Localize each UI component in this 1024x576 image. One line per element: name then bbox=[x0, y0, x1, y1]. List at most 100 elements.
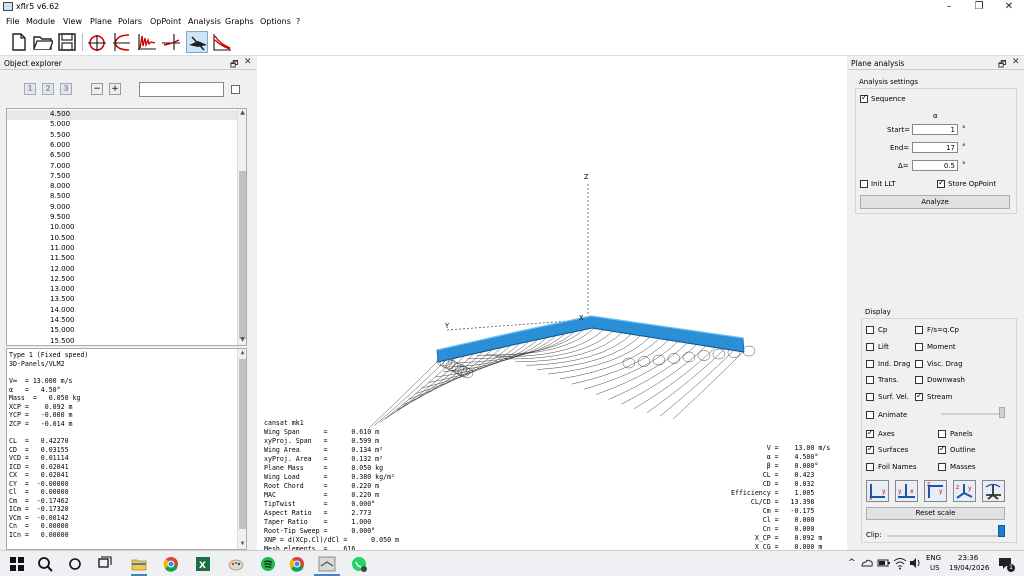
scroll-down-icon[interactable]: ▼ bbox=[238, 540, 246, 549]
foil-names-checkbox[interactable] bbox=[866, 463, 874, 471]
list-item[interactable]: 7.000 bbox=[50, 162, 70, 172]
expand-button[interactable]: + bbox=[109, 83, 121, 95]
battery-icon[interactable] bbox=[877, 556, 891, 570]
view-z-button[interactable]: zy bbox=[924, 480, 947, 502]
init-llt-checkbox[interactable] bbox=[860, 180, 868, 188]
axes-checkbox[interactable] bbox=[866, 428, 874, 438]
level-2-button[interactable]: 2 bbox=[42, 83, 54, 95]
lift-checkbox[interactable] bbox=[866, 343, 874, 351]
open-folder-icon[interactable] bbox=[32, 31, 54, 53]
level-1-button[interactable]: 1 bbox=[24, 83, 36, 95]
cortana-icon[interactable] bbox=[66, 555, 84, 573]
menu-view[interactable]: View bbox=[63, 17, 82, 26]
scroll-down-icon[interactable]: ▼ bbox=[238, 336, 246, 345]
tree-scrollbar[interactable]: ▲ ▼ bbox=[237, 109, 246, 345]
filter-checkbox[interactable] bbox=[231, 85, 240, 94]
close-panel-icon[interactable]: ✕ bbox=[244, 57, 252, 67]
list-item[interactable]: 11.500 bbox=[50, 254, 75, 264]
scroll-up-icon[interactable]: ▲ bbox=[238, 349, 246, 358]
xflr5-taskbar-icon[interactable] bbox=[318, 555, 336, 573]
cp-checkbox[interactable] bbox=[866, 326, 874, 334]
menu-options[interactable]: Options bbox=[260, 17, 291, 26]
reset-scale-button[interactable]: Reset scale bbox=[866, 507, 1005, 520]
float-panel-icon[interactable]: 🗗 bbox=[998, 57, 1006, 73]
list-item[interactable]: 11.000 bbox=[50, 244, 75, 254]
surf-vel-checkbox[interactable] bbox=[866, 393, 874, 401]
wing-plane-design-icon[interactable] bbox=[186, 31, 208, 53]
list-item[interactable]: 14.000 bbox=[50, 306, 75, 316]
menu-file[interactable]: File bbox=[6, 17, 19, 26]
list-item[interactable]: 6.000 bbox=[50, 141, 70, 151]
xfoil-analysis-icon[interactable] bbox=[136, 31, 158, 53]
clock-time[interactable]: 23:36 bbox=[958, 554, 978, 562]
direct-design-icon[interactable] bbox=[110, 31, 132, 53]
windows-start-icon[interactable] bbox=[8, 555, 26, 573]
inverse-design-icon[interactable] bbox=[160, 31, 182, 53]
animate-checkbox[interactable] bbox=[866, 411, 874, 419]
list-item[interactable]: 4.500 bbox=[7, 110, 239, 120]
surfaces-checkbox[interactable] bbox=[866, 444, 874, 454]
visc-drag-checkbox[interactable] bbox=[915, 360, 923, 368]
spotify-icon[interactable] bbox=[259, 555, 277, 573]
menu-module[interactable]: Module bbox=[26, 17, 55, 26]
list-item[interactable]: 9.000 bbox=[50, 203, 70, 213]
view-iso-button[interactable]: zy bbox=[953, 480, 976, 502]
volume-icon[interactable] bbox=[908, 556, 922, 570]
view-flip-button[interactable] bbox=[982, 480, 1005, 502]
new-file-icon[interactable] bbox=[8, 31, 30, 53]
stream-checkbox[interactable] bbox=[915, 391, 923, 401]
view-x-button[interactable]: xy bbox=[866, 480, 889, 502]
view-y-button[interactable]: yx bbox=[895, 480, 918, 502]
save-icon[interactable] bbox=[56, 31, 78, 53]
results-scrollbar[interactable]: ▲ ▼ bbox=[237, 349, 246, 549]
animate-speed-slider[interactable] bbox=[941, 413, 1003, 415]
analyze-button[interactable]: Analyze bbox=[860, 195, 1010, 209]
chrome-icon[interactable] bbox=[162, 555, 180, 573]
animate-slider-handle[interactable] bbox=[999, 407, 1005, 418]
list-item[interactable]: 14.500 bbox=[50, 316, 75, 326]
list-item[interactable]: 7.500 bbox=[50, 172, 70, 182]
clock-date[interactable]: 19/04/2026 bbox=[949, 564, 989, 572]
outline-checkbox[interactable] bbox=[938, 444, 946, 454]
store-oppoint-checkbox[interactable] bbox=[937, 178, 945, 188]
menu-plane[interactable]: Plane bbox=[90, 17, 112, 26]
moment-checkbox[interactable] bbox=[915, 343, 923, 351]
list-item[interactable]: 9.500 bbox=[50, 213, 70, 223]
menu-analysis[interactable]: Analysis bbox=[188, 17, 221, 26]
menu-help[interactable]: ? bbox=[296, 17, 300, 26]
excel-icon[interactable]: X bbox=[194, 555, 212, 573]
list-item[interactable]: 15.500 bbox=[50, 337, 75, 345]
list-item[interactable]: 10.000 bbox=[50, 223, 75, 233]
list-item[interactable]: 15.000 bbox=[50, 326, 75, 336]
chrome-profile-icon[interactable] bbox=[288, 555, 306, 573]
start-input[interactable]: 1 bbox=[912, 124, 958, 135]
downwash-checkbox[interactable] bbox=[915, 376, 923, 384]
close-button[interactable]: ✕ bbox=[994, 0, 1024, 14]
clip-slider[interactable] bbox=[887, 535, 1000, 537]
clip-slider-handle[interactable] bbox=[998, 525, 1005, 537]
list-item[interactable]: 12.000 bbox=[50, 265, 75, 275]
panels-checkbox[interactable] bbox=[938, 430, 946, 438]
task-view-icon[interactable] bbox=[96, 555, 114, 573]
delta-input[interactable]: 0.5 bbox=[912, 160, 958, 171]
collapse-button[interactable]: − bbox=[91, 83, 103, 95]
list-item[interactable]: 8.000 bbox=[50, 182, 70, 192]
paint-icon[interactable] bbox=[227, 555, 245, 573]
scroll-thumb[interactable] bbox=[239, 171, 246, 339]
trans-checkbox[interactable] bbox=[866, 376, 874, 384]
ind-drag-checkbox[interactable] bbox=[866, 360, 874, 368]
tray-chevron-icon[interactable]: ^ bbox=[848, 558, 856, 568]
list-item[interactable]: 6.500 bbox=[50, 151, 70, 161]
region-label[interactable]: US bbox=[930, 564, 940, 572]
list-item[interactable]: 10.500 bbox=[50, 234, 75, 244]
fs-qcp-checkbox[interactable] bbox=[915, 326, 923, 334]
menu-graphs[interactable]: Graphs bbox=[225, 17, 254, 26]
cp-view-icon[interactable] bbox=[211, 31, 233, 53]
foil-design-icon[interactable] bbox=[86, 31, 108, 53]
minimize-button[interactable]: – bbox=[934, 0, 964, 14]
whatsapp-icon[interactable] bbox=[350, 555, 368, 573]
search-icon[interactable] bbox=[36, 555, 54, 573]
onedrive-icon[interactable] bbox=[860, 556, 874, 570]
sequence-checkbox[interactable] bbox=[860, 93, 868, 103]
language-label[interactable]: ENG bbox=[926, 554, 941, 562]
